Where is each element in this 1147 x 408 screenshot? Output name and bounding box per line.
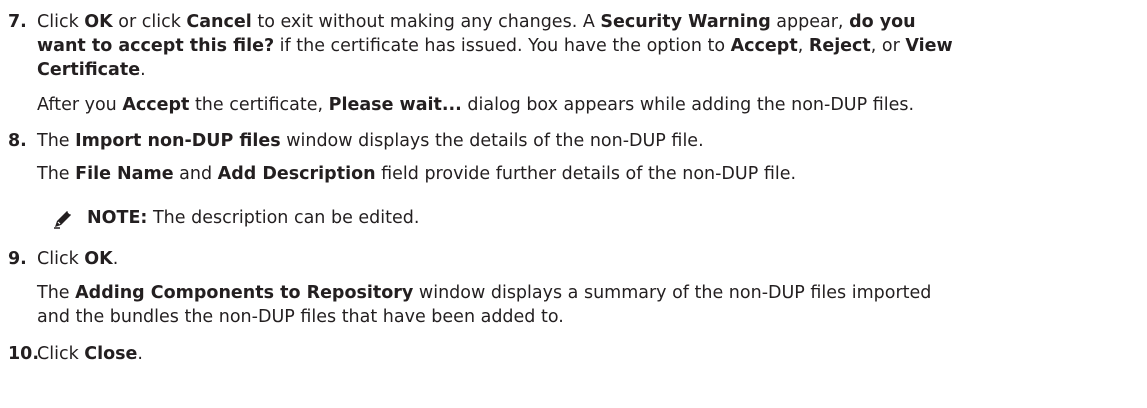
step-9-follow-2: and the bundles the non-DUP files that h… [37,305,564,330]
text: , [797,36,809,56]
step-7-line-3: Certificate. [37,58,146,83]
text: the certificate, [189,95,329,115]
text: After you [37,95,123,115]
note: NOTE: The description can be edited. [87,206,419,231]
view-certificate-term: Certificate [37,60,141,80]
text: to exit without making any changes. A [251,12,601,32]
ok-term: OK [84,249,113,269]
text: field provide further details of the non… [375,164,797,184]
file-name-term: File Name [75,164,174,184]
text: . [140,60,146,80]
close-term: Close [84,344,138,364]
document-page: 7. Click OK or click Cancel to exit with… [0,0,1147,408]
text: or click [112,12,187,32]
step-number: 10. [8,344,40,364]
cancel-term: Cancel [186,12,252,32]
step-7-follow: After you Accept the certificate, Please… [37,93,914,118]
text: Click [37,12,85,32]
step-8-line-1: The Import non-DUP files window displays… [37,129,704,154]
add-description-term: Add Description [217,164,376,184]
step-7-line-1: Click OK or click Cancel to exit without… [37,10,916,35]
text: window displays a summary of the non-DUP… [413,283,932,303]
pencil-note-icon [54,211,71,229]
text: . [112,249,119,269]
text: Click [37,344,85,364]
step-number: 9. [8,249,27,269]
please-wait-term: Please wait... [328,95,462,115]
accept-term: Accept [122,95,190,115]
adding-components-term: Adding Components to Repository [75,283,414,303]
text: and [173,164,218,184]
text: if the certificate has issued. You have … [274,36,731,56]
accept-term: Accept [730,36,798,56]
text: , or [870,36,906,56]
step-9-follow-1: The Adding Components to Repository wind… [37,281,931,306]
text: . [137,344,143,364]
step-10-line-1: Click Close. [37,342,143,367]
step-9-line-1: Click OK. [37,247,118,272]
text: Click [37,249,85,269]
text: window displays the details of the non-D… [280,131,704,151]
text: appear, [770,12,850,32]
step-number: 7. [8,12,27,32]
prompt-term: want to accept this file? [37,36,275,56]
text: The [37,131,76,151]
step-number: 8. [8,131,27,151]
text: The [37,283,76,303]
note-label: NOTE: [87,208,148,228]
ok-term: OK [84,12,113,32]
text: and the bundles the non-DUP files that h… [37,307,564,327]
security-warning-term: Security Warning [600,12,771,32]
step-7-line-2: want to accept this file? if the certifi… [37,34,953,59]
prompt-term: do you [849,12,916,32]
note-text: The description can be edited. [147,208,420,228]
step-8-line-2: The File Name and Add Description field … [37,162,796,187]
text: dialog box appears while adding the non-… [461,95,915,115]
import-window-term: Import non-DUP files [75,131,281,151]
text: The [37,164,76,184]
view-certificate-term: View [905,36,953,56]
reject-term: Reject [808,36,871,56]
